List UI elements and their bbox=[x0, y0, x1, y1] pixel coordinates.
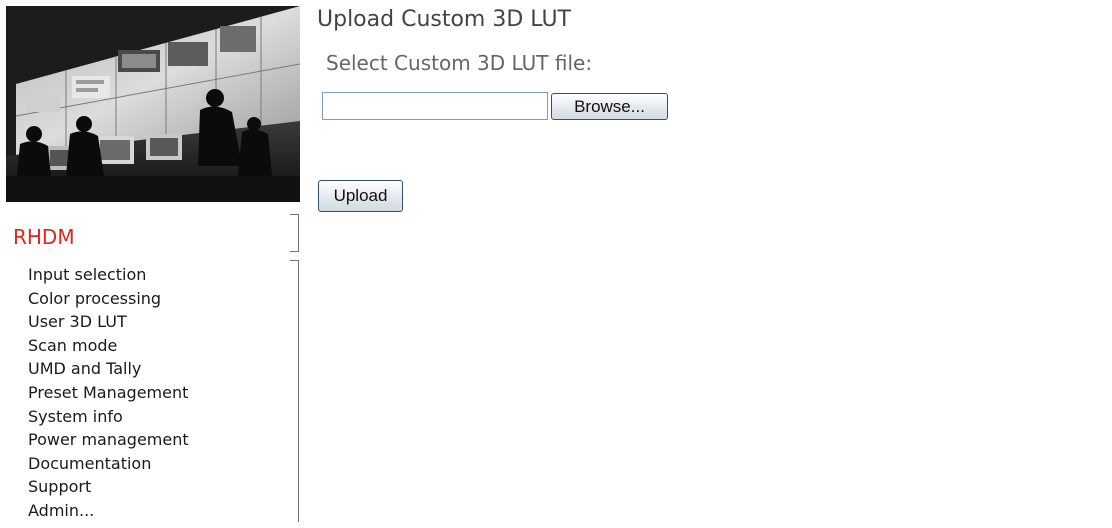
sidebar-divider bbox=[290, 260, 299, 522]
sidebar-item-scan-mode[interactable]: Scan mode bbox=[28, 334, 189, 358]
page-title: Upload Custom 3D LUT bbox=[317, 7, 571, 32]
sidebar-item-umd-and-tally[interactable]: UMD and Tally bbox=[28, 357, 189, 381]
browse-button[interactable]: Browse... bbox=[551, 93, 668, 120]
page: RHDM Input selection Color processing Us… bbox=[0, 0, 1112, 528]
sidebar-item-preset-management[interactable]: Preset Management bbox=[28, 381, 189, 405]
sidebar-nav: Input selection Color processing User 3D… bbox=[28, 263, 189, 523]
control-room-photo bbox=[6, 6, 300, 202]
sidebar-item-power-management[interactable]: Power management bbox=[28, 428, 189, 452]
sidebar-item-input-selection[interactable]: Input selection bbox=[28, 263, 189, 287]
sidebar-item-documentation[interactable]: Documentation bbox=[28, 452, 189, 476]
brand-title: RHDM bbox=[13, 225, 75, 249]
file-field-label: Select Custom 3D LUT file: bbox=[326, 51, 593, 75]
file-path-input[interactable] bbox=[322, 92, 548, 120]
sidebar-item-color-processing[interactable]: Color processing bbox=[28, 287, 189, 311]
sidebar-item-support[interactable]: Support bbox=[28, 475, 189, 499]
sidebar-item-system-info[interactable]: System info bbox=[28, 405, 189, 429]
sidebar-item-user-3d-lut[interactable]: User 3D LUT bbox=[28, 310, 189, 334]
upload-button[interactable]: Upload bbox=[318, 180, 403, 212]
sidebar-divider-top bbox=[290, 214, 299, 252]
sidebar-item-admin[interactable]: Admin... bbox=[28, 499, 189, 523]
control-room-image bbox=[6, 6, 300, 202]
